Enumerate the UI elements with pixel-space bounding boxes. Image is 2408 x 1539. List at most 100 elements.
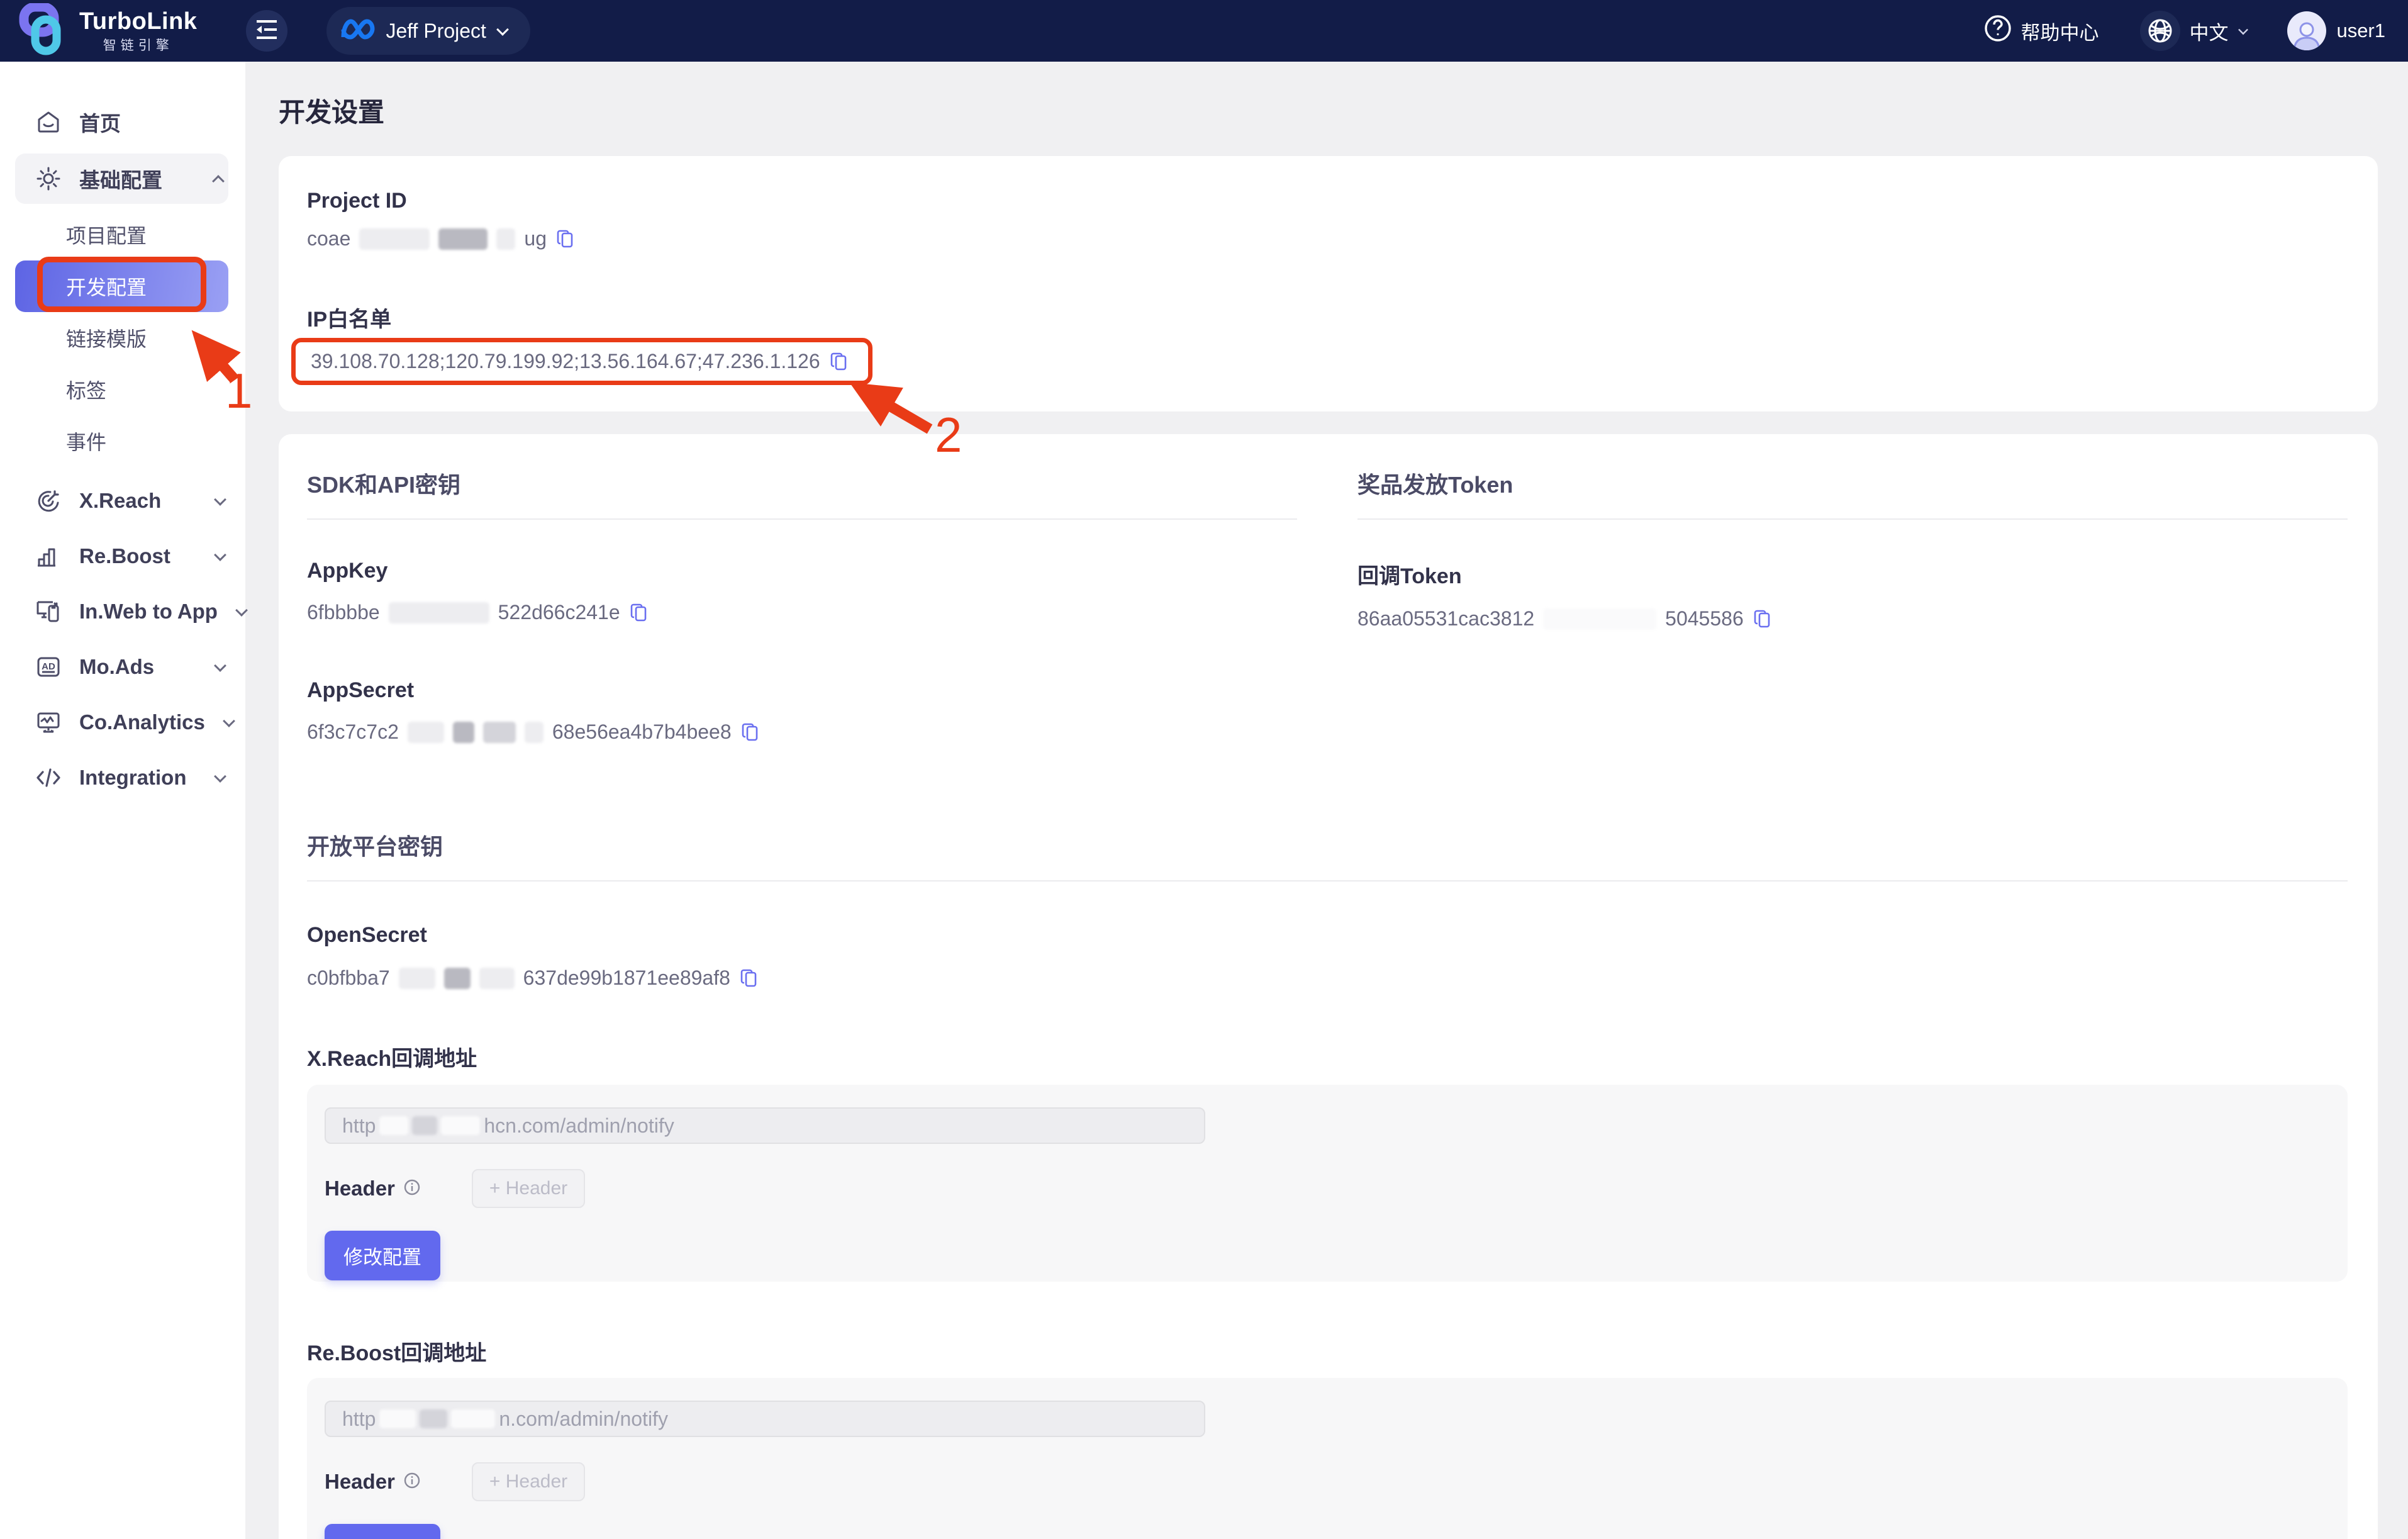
prize-token-section-title: 奖品发放Token: [1357, 467, 2348, 520]
globe-icon: [2140, 11, 2180, 51]
appkey-value: 6fbbbbe 522d66c241e: [307, 601, 1297, 624]
project-id-value: coae ug: [307, 227, 2348, 250]
sidebar-item-web-to-app[interactable]: In.Web to App: [0, 584, 245, 639]
home-icon: [35, 109, 62, 135]
keys-card: SDK和API密钥 AppKey 6fbbbbe 522d66c241e App…: [279, 434, 2378, 1539]
opensecret-value: c0bfbba7 637de99b1871ee89af8: [307, 966, 2348, 990]
opensecret-prefix: c0bfbba7: [307, 966, 390, 990]
save-config-button[interactable]: 修改配置: [325, 1524, 440, 1539]
sidebar-item-integration[interactable]: Integration: [0, 750, 245, 805]
collapse-sidebar-button[interactable]: [246, 10, 287, 52]
target-icon: [35, 488, 62, 514]
callback-token-label: 回调Token: [1357, 559, 2348, 590]
project-switcher[interactable]: Jeff Project: [326, 7, 530, 55]
sidebar: 首页 基础配置 项目配置 开发配置 链接模版 标签 事件: [0, 62, 245, 1539]
appsecret-suffix: 68e56ea4b7b4bee8: [552, 720, 732, 744]
appkey-label: AppKey: [307, 559, 1297, 583]
url-suffix: n.com/admin/notify: [499, 1407, 668, 1431]
brand-name: TurboLink: [79, 9, 197, 33]
add-header-button[interactable]: + Header: [472, 1169, 585, 1208]
sidebar-item-label: 基础配置: [79, 164, 194, 194]
bar-chart-icon: [35, 543, 62, 569]
redacted-block: [438, 228, 488, 250]
sidebar-subitem-events[interactable]: 事件: [0, 415, 245, 467]
sidebar-subitem-dev-config[interactable]: 开发配置: [15, 260, 228, 312]
xreach-callback-panel: http hcn.com/admin/notify Header + Heade…: [307, 1085, 2348, 1282]
sidebar-item-label: X.Reach: [79, 489, 196, 513]
chevron-down-icon: [214, 550, 226, 562]
copy-icon[interactable]: [1753, 608, 1775, 630]
ip-whitelist-value: 39.108.70.128;120.79.199.92;13.56.164.67…: [291, 338, 872, 385]
user-menu[interactable]: user1: [2287, 11, 2385, 50]
sidebar-subitem-label: 链接模版: [66, 323, 147, 352]
url-suffix: hcn.com/admin/notify: [484, 1114, 674, 1138]
sidebar-subitem-project-config[interactable]: 项目配置: [0, 209, 245, 260]
info-icon: [403, 1471, 421, 1493]
redacted-block: [359, 228, 430, 250]
add-header-button[interactable]: + Header: [472, 1462, 585, 1501]
callback-token-suffix: 5045586: [1665, 607, 1744, 630]
sidebar-item-home[interactable]: 首页: [0, 94, 245, 150]
project-switcher-label: Jeff Project: [386, 20, 486, 43]
project-id-suffix: ug: [524, 227, 547, 250]
page-title: 开发设置: [279, 91, 2378, 130]
help-center-button[interactable]: 帮助中心: [1983, 13, 2099, 48]
sdk-api-section: SDK和API密钥 AppKey 6fbbbbe 522d66c241e App…: [307, 467, 1297, 744]
language-switcher[interactable]: 中文: [2140, 11, 2249, 51]
project-info-card: Project ID coae ug IP白名单 39.108.70.128;1…: [279, 156, 2378, 411]
appsecret-value: 6f3c7c7c2 68e56ea4b7b4bee8: [307, 720, 1297, 744]
sidebar-subitem-label: 标签: [66, 375, 106, 404]
xreach-callback-title: X.Reach回调地址: [307, 1041, 2348, 1072]
copy-icon[interactable]: [740, 721, 763, 744]
sidebar-subitem-label: 事件: [66, 427, 106, 456]
redacted-block: [389, 602, 489, 624]
ip-whitelist-text: 39.108.70.128;120.79.199.92;13.56.164.67…: [311, 350, 820, 373]
opensecret-suffix: 637de99b1871ee89af8: [523, 966, 730, 990]
appsecret-label: AppSecret: [307, 678, 1297, 703]
ad-icon: AD: [35, 654, 62, 680]
sidebar-subitem-label: 开发配置: [66, 272, 147, 301]
sidebar-item-coanalytics[interactable]: Co.Analytics: [0, 695, 245, 750]
copy-icon[interactable]: [739, 967, 762, 990]
sidebar-item-label: Mo.Ads: [79, 655, 196, 679]
xreach-callback-url-input[interactable]: http hcn.com/admin/notify: [325, 1107, 1205, 1144]
language-label: 中文: [2189, 17, 2228, 45]
sidebar-item-label: In.Web to App: [79, 600, 218, 624]
redacted-block: [479, 968, 515, 989]
sidebar-subitem-label: 项目配置: [66, 220, 147, 249]
sidebar-item-reboost[interactable]: Re.Boost: [0, 529, 245, 584]
ip-whitelist-label: IP白名单: [307, 302, 2348, 333]
avatar: [2287, 11, 2326, 50]
redacted-block: [444, 968, 471, 989]
sidebar-item-basic-config[interactable]: 基础配置: [15, 154, 228, 204]
chain-logo-icon: [19, 3, 70, 59]
reboost-callback-title: Re.Boost回调地址: [307, 1336, 2348, 1367]
copy-icon[interactable]: [629, 602, 652, 624]
user-name: user1: [2336, 20, 2385, 42]
brand-subtitle: 智链引擎: [103, 39, 174, 52]
main-content: 开发设置 Project ID coae ug IP白名单 39.108.70.…: [245, 62, 2408, 1539]
chevron-down-icon: [214, 771, 226, 784]
url-prefix: http: [342, 1114, 376, 1138]
sdk-api-section-title: SDK和API密钥: [307, 467, 1297, 520]
appkey-suffix: 522d66c241e: [498, 601, 620, 624]
copy-icon[interactable]: [829, 350, 852, 373]
redacted-block: [379, 1409, 416, 1428]
sidebar-subitem-tags[interactable]: 标签: [0, 364, 245, 415]
url-prefix: http: [342, 1407, 376, 1431]
header-label: Header: [325, 1470, 395, 1494]
appsecret-prefix: 6f3c7c7c2: [307, 720, 399, 744]
copy-icon[interactable]: [555, 228, 578, 250]
callback-token-value: 86aa05531cac3812 5045586: [1357, 607, 2348, 630]
code-icon: [35, 764, 62, 791]
chevron-up-icon: [212, 172, 225, 185]
sidebar-item-label: Integration: [79, 766, 196, 790]
sidebar-item-moads[interactable]: AD Mo.Ads: [0, 639, 245, 695]
redacted-block: [451, 1409, 495, 1428]
chevron-down-icon: [496, 25, 509, 37]
sidebar-item-xreach[interactable]: X.Reach: [0, 473, 245, 529]
reboost-callback-url-input[interactable]: http n.com/admin/notify: [325, 1401, 1205, 1437]
opensecret-label: OpenSecret: [307, 923, 2348, 948]
sidebar-subitem-link-template[interactable]: 链接模版: [0, 312, 245, 364]
save-config-button[interactable]: 修改配置: [325, 1231, 440, 1280]
